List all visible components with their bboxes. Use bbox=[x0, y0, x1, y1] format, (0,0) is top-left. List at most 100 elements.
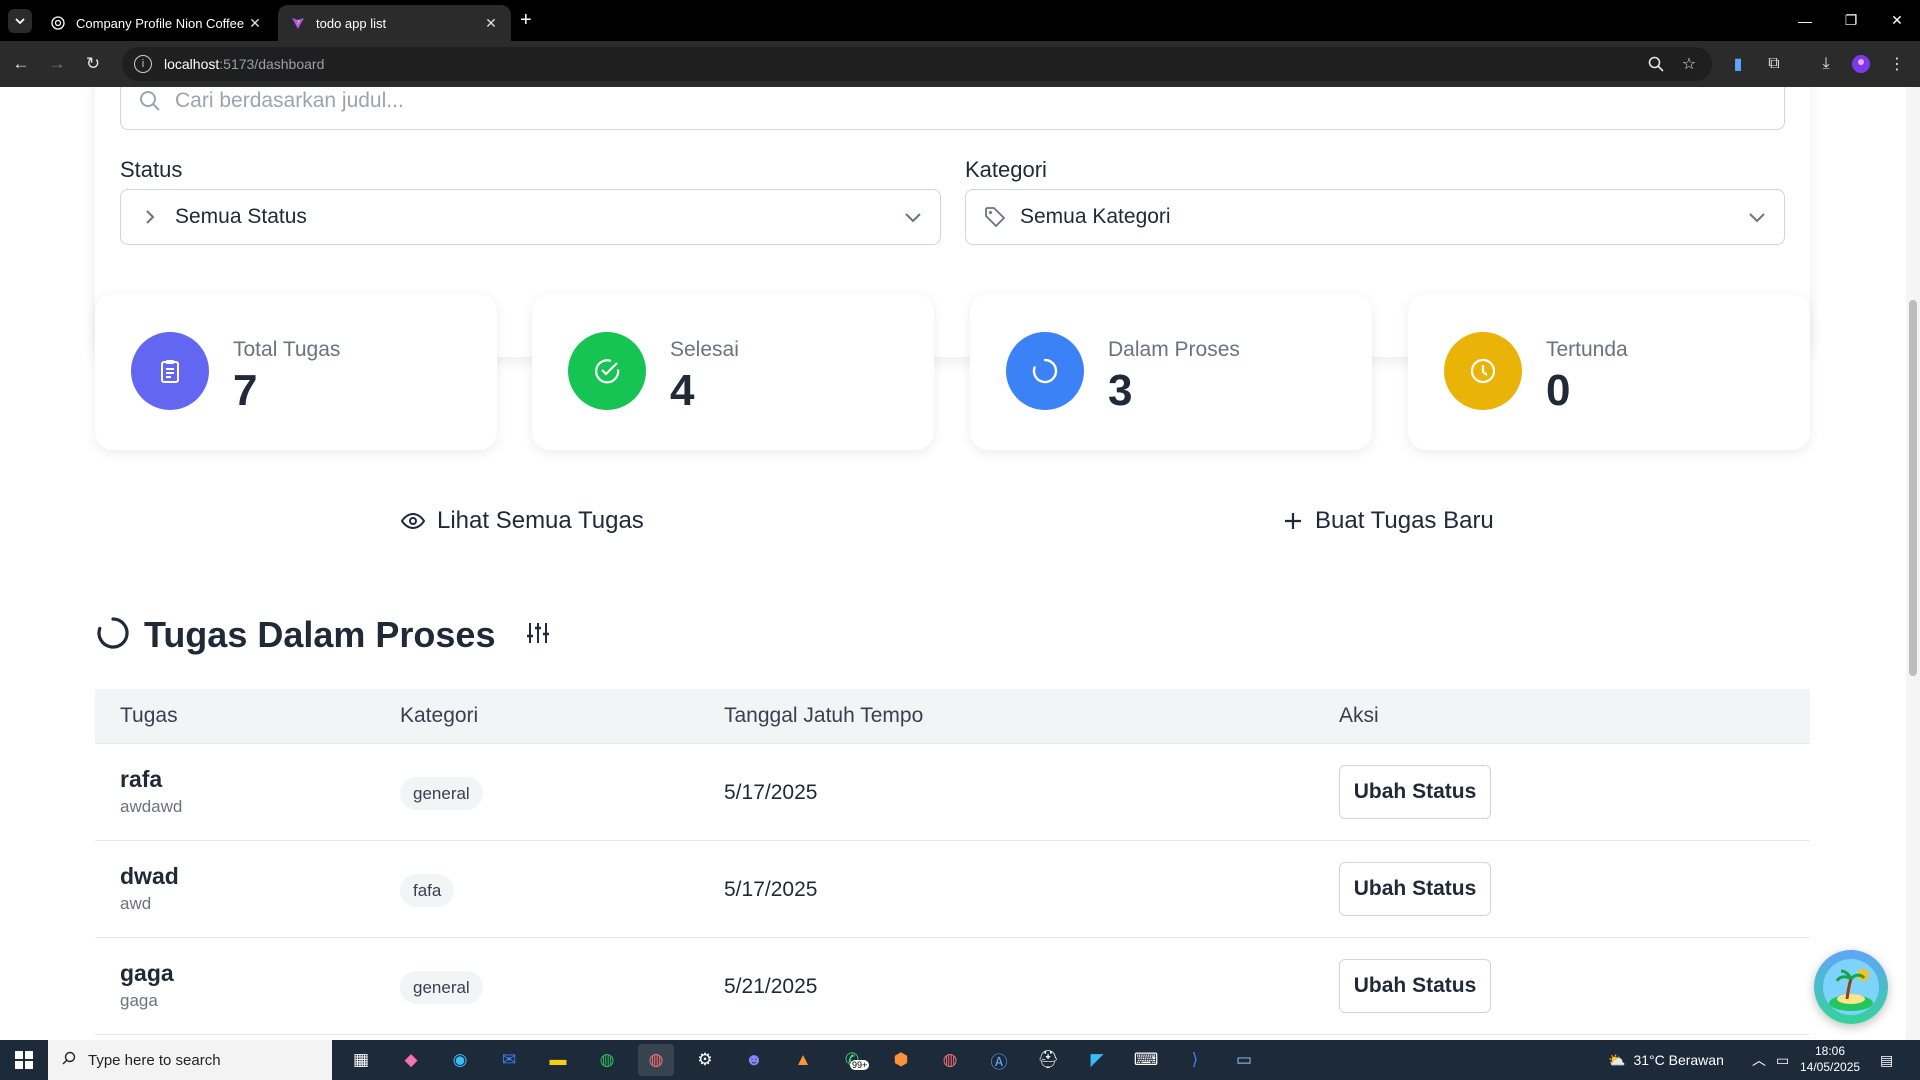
new-tab-button[interactable]: + bbox=[520, 9, 532, 31]
windows-taskbar: Type here to search ▦ ◆ ◉ ✉ ▬ ◍ ◍ ⚙ ☻ ▲ … bbox=[0, 1040, 1920, 1080]
network-icon[interactable]: ▭ bbox=[1776, 1040, 1789, 1080]
clipboard-icon bbox=[131, 332, 209, 410]
search-input[interactable]: Cari berdasarkan judul... bbox=[120, 87, 1785, 130]
browser-tab-active[interactable]: todo app list ✕ bbox=[278, 5, 511, 41]
chrome-profile-icon[interactable]: ◍ bbox=[638, 1044, 674, 1076]
menu-dots-icon[interactable]: ⋮ bbox=[1886, 53, 1908, 75]
windows-start-button[interactable] bbox=[0, 1040, 48, 1080]
edge-icon[interactable]: ◉ bbox=[442, 1044, 478, 1076]
close-icon[interactable]: ✕ bbox=[483, 15, 499, 32]
bookmark-star-icon[interactable]: ☆ bbox=[1678, 53, 1700, 75]
category-select[interactable]: Semua Kategori bbox=[965, 189, 1785, 245]
category-filter-label: Kategori bbox=[965, 157, 1047, 182]
copilot-icon[interactable]: ◆ bbox=[393, 1044, 429, 1076]
chevron-up-icon[interactable]: ︿ bbox=[1752, 1040, 1766, 1080]
back-arrow-icon[interactable]: ← bbox=[10, 53, 32, 75]
table-row: dwad awd fafa 5/17/2025 Ubah Status bbox=[95, 841, 1810, 938]
beach-island-icon bbox=[1823, 959, 1879, 1015]
vscode-icon[interactable]: ⟩ bbox=[1177, 1044, 1213, 1076]
weather-text: 31°C Berawan bbox=[1633, 1052, 1724, 1068]
steam-icon[interactable]: ⚙ bbox=[687, 1044, 723, 1076]
table-row: rafa awdawd general 5/17/2025 Ubah Statu… bbox=[95, 744, 1810, 841]
column-header: Tugas bbox=[120, 704, 178, 727]
stat-label: Dalam Proses bbox=[1108, 338, 1240, 361]
change-status-button[interactable]: Ubah Status bbox=[1339, 765, 1491, 819]
change-status-button[interactable]: Ubah Status bbox=[1339, 862, 1491, 916]
notifications-icon[interactable]: ▤ bbox=[1880, 1040, 1893, 1080]
task-view-icon[interactable]: ▦ bbox=[343, 1044, 379, 1076]
scrollbar-thumb[interactable] bbox=[1909, 300, 1917, 676]
spinner-icon bbox=[1006, 332, 1084, 410]
download-icon[interactable]: ⤓ bbox=[1815, 53, 1837, 75]
create-task-label: Buat Tugas Baru bbox=[1315, 507, 1494, 534]
tasks-table: Tugas Kategori Tanggal Jatuh Tempo Aksi … bbox=[95, 689, 1810, 1035]
app-helmet-icon[interactable]: ⛑ bbox=[1030, 1044, 1066, 1076]
chevron-down-icon bbox=[1748, 205, 1766, 229]
taskbar-search[interactable]: Type here to search bbox=[48, 1040, 332, 1080]
weather-widget[interactable]: ⛅ 31°C Berawan bbox=[1608, 1040, 1724, 1080]
reload-icon[interactable]: ↻ bbox=[82, 53, 104, 75]
view-all-tasks-link[interactable]: Lihat Semua Tugas bbox=[401, 507, 644, 535]
discord-icon[interactable]: ☻ bbox=[736, 1044, 772, 1076]
extensions-puzzle-icon[interactable]: ⧉ bbox=[1763, 53, 1785, 75]
whatsapp-badge: 99+ bbox=[850, 1060, 870, 1070]
profile-avatar[interactable] bbox=[1850, 53, 1872, 75]
close-icon[interactable]: ✕ bbox=[247, 15, 263, 32]
taskbar-clock[interactable]: 18:06 14/05/2025 bbox=[1800, 1043, 1860, 1075]
page-scrollbar[interactable] bbox=[1906, 87, 1920, 1040]
plus-icon bbox=[1283, 511, 1303, 531]
category-badge: general bbox=[400, 971, 483, 1004]
chevron-right-icon bbox=[139, 208, 161, 226]
due-date: 5/17/2025 bbox=[724, 781, 818, 804]
forward-arrow-icon[interactable]: → bbox=[46, 53, 68, 75]
address-bar[interactable]: i localhost:5173/dashboard bbox=[122, 47, 1712, 81]
app-a-icon[interactable]: ▲ bbox=[785, 1044, 821, 1076]
whatsapp-icon[interactable]: ✆99+ bbox=[834, 1044, 870, 1076]
stat-card-pending: Tertunda 0 bbox=[1408, 294, 1810, 450]
notepad-icon[interactable]: ▭ bbox=[1226, 1044, 1262, 1076]
task-name: dwad bbox=[120, 863, 179, 889]
status-select[interactable]: Semua Status bbox=[120, 189, 941, 245]
file-explorer-icon[interactable]: ▬ bbox=[540, 1044, 576, 1076]
tab-search-button[interactable] bbox=[8, 9, 32, 33]
extension-tabs-icon[interactable]: ▮ bbox=[1727, 53, 1749, 75]
minimize-button[interactable]: — bbox=[1782, 0, 1828, 41]
due-date: 5/17/2025 bbox=[724, 878, 818, 901]
zoom-icon[interactable] bbox=[1645, 53, 1667, 75]
close-window-button[interactable]: ✕ bbox=[1874, 0, 1920, 41]
create-task-link[interactable]: Buat Tugas Baru bbox=[1283, 507, 1494, 535]
status-filter-label: Status bbox=[120, 157, 183, 182]
status-select-value: Semua Status bbox=[175, 205, 307, 228]
category-badge: general bbox=[400, 777, 483, 810]
sliders-filter-icon[interactable] bbox=[525, 620, 551, 651]
outlook-icon[interactable]: ✉ bbox=[491, 1044, 527, 1076]
stat-value: 7 bbox=[233, 366, 258, 415]
page-viewport: Cari berdasarkan judul... Status Semua S… bbox=[0, 87, 1920, 1040]
android-studio-icon[interactable]: Ⓐ bbox=[981, 1044, 1017, 1076]
app-blue-icon[interactable]: ◤ bbox=[1079, 1044, 1115, 1076]
stat-card-total: Total Tugas 7 bbox=[95, 294, 497, 450]
url-host: localhost bbox=[164, 56, 220, 72]
browser-tabbar: Company Profile Nion Coffee ✕ todo app l… bbox=[0, 0, 1920, 41]
terminal-icon[interactable]: ⌨ bbox=[1128, 1044, 1164, 1076]
stat-label: Tertunda bbox=[1546, 338, 1628, 361]
globe-icon bbox=[50, 15, 66, 31]
info-icon[interactable]: i bbox=[134, 55, 152, 73]
category-select-value: Semua Kategori bbox=[1020, 205, 1171, 228]
chrome-icon[interactable]: ◍ bbox=[589, 1044, 625, 1076]
brave-icon[interactable]: ⬢ bbox=[883, 1044, 919, 1076]
column-header: Kategori bbox=[400, 704, 479, 727]
restore-button[interactable]: ❐ bbox=[1828, 0, 1874, 41]
stat-value: 4 bbox=[670, 366, 695, 415]
check-circle-icon bbox=[568, 332, 646, 410]
browser-tab[interactable]: Company Profile Nion Coffee ✕ bbox=[38, 5, 275, 41]
chrome-dev-icon[interactable]: ◍ bbox=[932, 1044, 968, 1076]
column-header: Aksi bbox=[1339, 704, 1379, 727]
clock-icon bbox=[1444, 332, 1522, 410]
floating-avatar-button[interactable] bbox=[1814, 950, 1888, 1024]
tab-title: todo app list bbox=[316, 15, 387, 31]
stat-value: 0 bbox=[1546, 366, 1571, 415]
change-status-button[interactable]: Ubah Status bbox=[1339, 959, 1491, 1013]
windows-logo-icon bbox=[15, 1051, 33, 1069]
section-header: Tugas Dalam Proses bbox=[96, 614, 551, 656]
